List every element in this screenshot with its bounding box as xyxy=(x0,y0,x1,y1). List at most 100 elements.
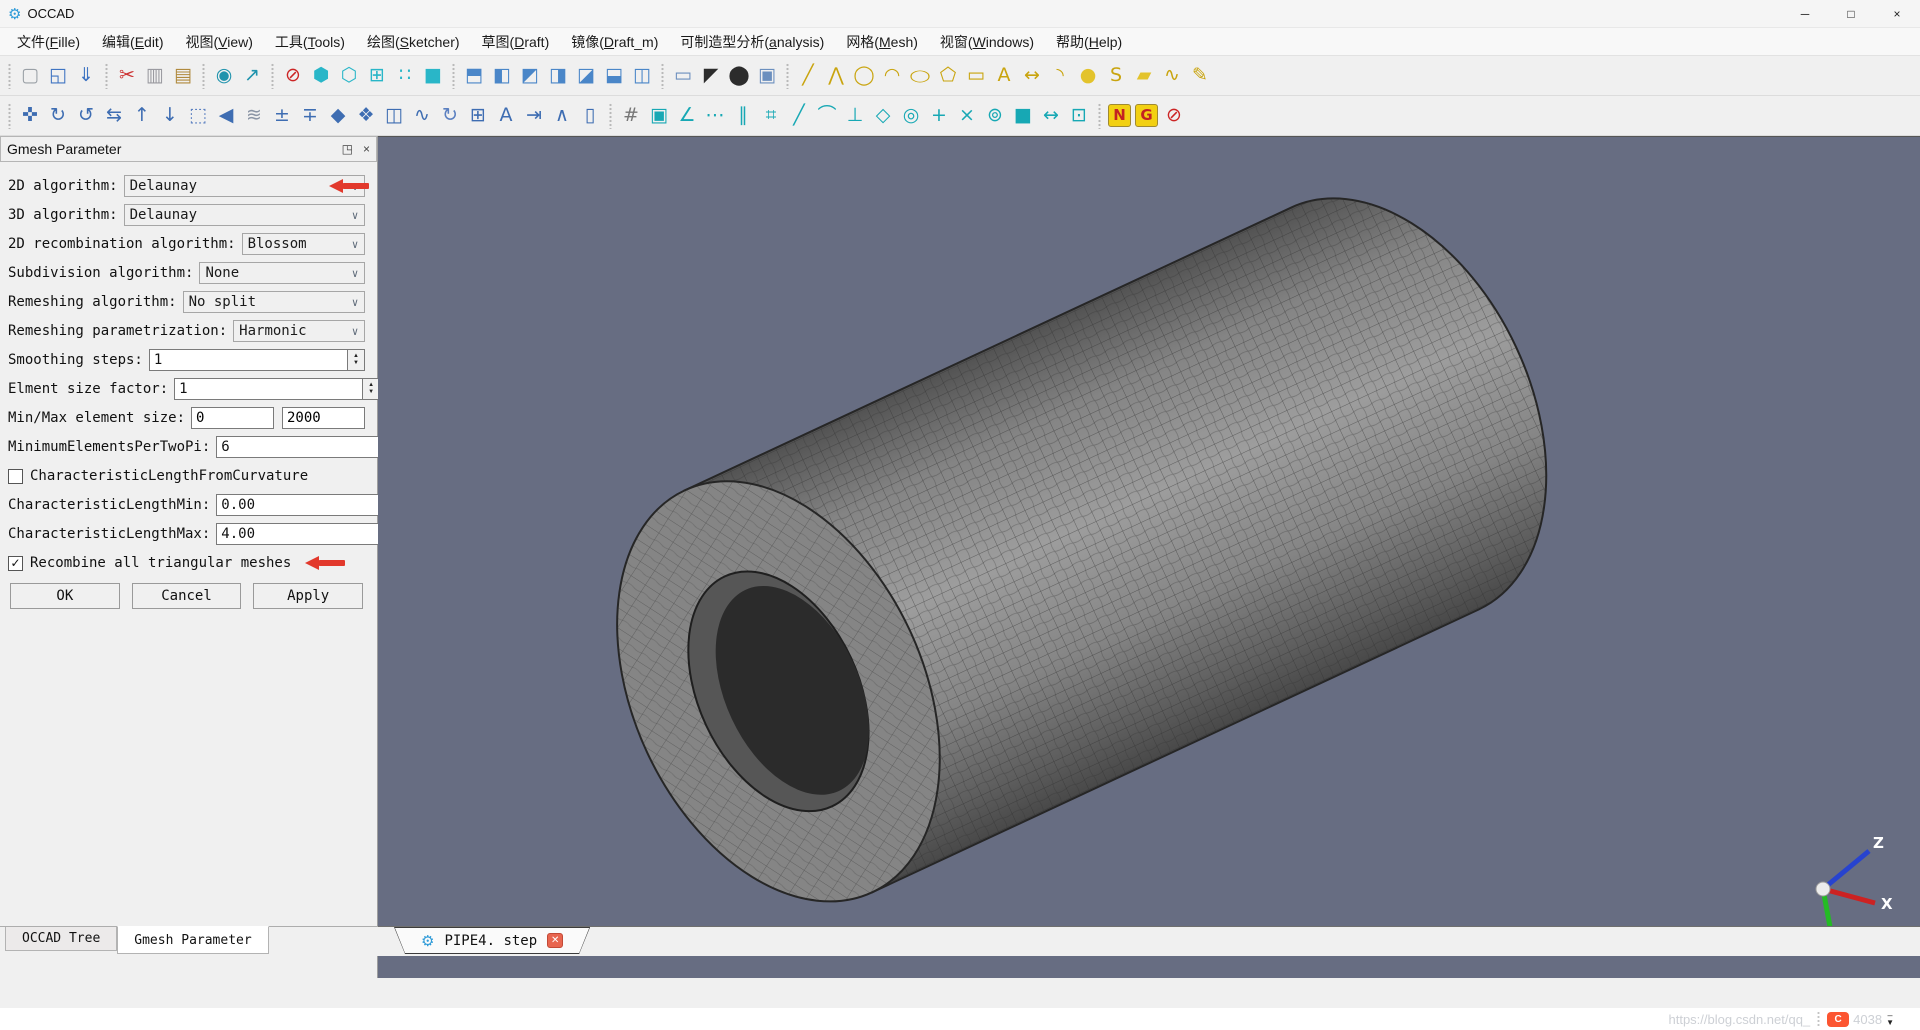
perpendicular-constraint-icon[interactable]: ⊥ xyxy=(841,102,869,130)
region-element-icon[interactable]: ⊡ xyxy=(1065,102,1093,130)
sketch-polygon-icon[interactable]: ⬠ xyxy=(934,62,962,90)
display-solid-icon[interactable]: ■ xyxy=(419,62,447,90)
create-grid-icon[interactable]: # xyxy=(617,102,645,130)
display-off-icon[interactable]: ⊘ xyxy=(279,62,307,90)
more-options-icon[interactable]: ⋯ xyxy=(701,102,729,130)
spinner-buttons[interactable] xyxy=(348,349,365,371)
3d-viewport[interactable]: Z X Y xyxy=(378,136,1920,978)
add-constraint-icon[interactable]: + xyxy=(925,102,953,130)
cancel-mesh-icon[interactable]: ⊘ xyxy=(1160,102,1188,130)
concentric-constraint-icon[interactable]: ◎ xyxy=(897,102,925,130)
characteristic-length-max-value[interactable] xyxy=(216,523,406,545)
ok-button[interactable]: OK xyxy=(10,583,120,609)
rotate-view-icon[interactable]: ↻ xyxy=(44,102,72,130)
max-element-size-input[interactable] xyxy=(282,407,365,429)
appearance-palette-icon[interactable]: ⬤ xyxy=(725,62,753,90)
element-size-factor-value[interactable] xyxy=(174,378,364,400)
sketch-face-icon[interactable]: ▰ xyxy=(1130,62,1158,90)
sketch-dimension-icon[interactable]: ↔ xyxy=(1018,62,1046,90)
2d-recombination-select[interactable]: Blossom xyxy=(241,233,365,255)
remeshing-parametrization-select[interactable]: Harmonic xyxy=(233,320,365,342)
tangent-constraint-icon[interactable]: ⌒ xyxy=(813,102,841,130)
menu-item-3[interactable]: 视图(View) xyxy=(174,32,263,52)
copy-icon[interactable]: ▥ xyxy=(141,62,169,90)
open-file-icon[interactable]: ◱ xyxy=(44,62,72,90)
menu-item-8[interactable]: 可制造型分析(analysis) xyxy=(669,32,835,52)
close-tab-icon[interactable]: ✕ xyxy=(547,933,563,948)
menu-item-1[interactable]: 文件(Fille) xyxy=(6,32,91,52)
sketch-fillet-icon[interactable]: ◝ xyxy=(1046,62,1074,90)
symmetric-constraint-icon[interactable]: ◇ xyxy=(869,102,897,130)
view-left-icon[interactable]: ◫ xyxy=(628,62,656,90)
annotation-scale-icon[interactable]: A xyxy=(492,102,520,130)
box-element-icon[interactable]: ■ xyxy=(1009,102,1037,130)
grid-columns-icon[interactable]: ◫ xyxy=(380,102,408,130)
sketch-edit-icon[interactable]: ✎ xyxy=(1186,62,1214,90)
cancel-button[interactable]: Cancel xyxy=(131,583,242,609)
menu-item-7[interactable]: 镜像(Draft_m) xyxy=(560,32,669,52)
menu-item-10[interactable]: 视窗(Windows) xyxy=(929,32,1045,52)
sketch-ellipse-icon[interactable]: ◯ xyxy=(906,67,934,84)
mirror-plane-icon[interactable]: ▯ xyxy=(576,102,604,130)
sketch-bspline-icon[interactable]: ∿ xyxy=(1158,62,1186,90)
block-constraint-icon[interactable]: ⊚ xyxy=(981,102,1009,130)
display-hidden-line-icon[interactable]: ⊞ xyxy=(363,62,391,90)
view-bottom-icon[interactable]: ⬓ xyxy=(600,62,628,90)
display-shaded-icon[interactable]: ⬢ xyxy=(307,62,335,90)
datum-plane-icon[interactable]: ⊞ xyxy=(464,102,492,130)
document-tab[interactable]: ⚙ PIPE4. step ✕ xyxy=(394,927,590,954)
tab-gmesh-parameter[interactable]: Gmesh Parameter xyxy=(117,926,269,954)
sketch-rectangle-icon[interactable]: ▭ xyxy=(962,62,990,90)
menu-item-4[interactable]: 工具(Tools) xyxy=(264,32,356,52)
curve-plot-icon[interactable]: ∿ xyxy=(408,102,436,130)
paste-icon[interactable]: ▤ xyxy=(169,62,197,90)
min-element-size-input[interactable] xyxy=(191,407,274,429)
symmetry-grid-icon[interactable]: ⌗ xyxy=(757,102,785,130)
cut-icon[interactable]: ✂ xyxy=(113,62,141,90)
maximize-button[interactable]: □ xyxy=(1828,0,1874,27)
netgen-mesh-icon[interactable]: N xyxy=(1108,104,1131,127)
close-button[interactable]: × xyxy=(1874,0,1920,27)
sketch-line-icon[interactable]: ╱ xyxy=(794,62,822,90)
view-right-icon[interactable]: ◨ xyxy=(544,62,572,90)
curvature-checkbox[interactable] xyxy=(8,468,23,484)
select-cursor-icon[interactable]: ◤ xyxy=(697,62,725,90)
measure-distance-icon[interactable]: ▭ xyxy=(669,62,697,90)
gmsh-mesh-icon[interactable]: G xyxy=(1135,104,1158,127)
sketch-polyline-icon[interactable]: ⋀ xyxy=(822,62,850,90)
view-top-icon[interactable]: ◩ xyxy=(516,62,544,90)
display-points-icon[interactable]: ∷ xyxy=(391,62,419,90)
apply-button[interactable]: Apply xyxy=(253,583,364,609)
pipe-3d-model[interactable] xyxy=(378,137,1920,978)
solid-box-icon[interactable]: ◆ xyxy=(324,102,352,130)
menu-item-5[interactable]: 绘图(Sketcher) xyxy=(356,32,471,52)
send-backward-icon[interactable]: ◀ xyxy=(212,102,240,130)
display-wireframe-icon[interactable]: ⬡ xyxy=(335,62,363,90)
sketch-circle-icon[interactable]: ◯ xyxy=(850,62,878,90)
view-rear-icon[interactable]: ◪ xyxy=(572,62,600,90)
image-capture-icon[interactable]: ▣ xyxy=(753,62,781,90)
move-up-icon[interactable]: ↑ xyxy=(128,102,156,130)
minimum-elements-value[interactable] xyxy=(216,436,406,458)
lock-constraint-icon[interactable]: ▣ xyxy=(645,102,673,130)
rotate-object-icon[interactable]: ↻ xyxy=(436,102,464,130)
sketch-arc-icon[interactable]: ◠ xyxy=(878,62,906,90)
mirror-object-icon[interactable]: ∧ xyxy=(548,102,576,130)
fit-view-icon[interactable]: ◉ xyxy=(210,62,238,90)
3d-algorithm-select[interactable]: Delaunay xyxy=(123,204,365,226)
remeshing-algorithm-select[interactable]: No split xyxy=(182,291,365,313)
view-axonometric-icon[interactable]: ⬒ xyxy=(460,62,488,90)
angle-constraint-icon[interactable]: ∠ xyxy=(673,102,701,130)
menu-item-11[interactable]: 帮助(Help) xyxy=(1045,32,1133,52)
menu-item-6[interactable]: 草图(Draft) xyxy=(471,32,561,52)
remove-node-icon[interactable]: ∓ xyxy=(296,102,324,130)
menu-item-9[interactable]: 网格(Mesh) xyxy=(835,32,929,52)
new-file-icon[interactable]: ▢ xyxy=(16,62,44,90)
tab-occad-tree[interactable]: OCCAD Tree xyxy=(5,927,118,951)
float-panel-icon[interactable]: ◳ xyxy=(342,142,353,156)
sketch-text-icon[interactable]: A xyxy=(990,62,1018,90)
align-horizontal-icon[interactable]: ⇆ xyxy=(100,102,128,130)
rotate-back-icon[interactable]: ↺ xyxy=(72,102,100,130)
characteristic-length-min-value[interactable] xyxy=(216,494,406,516)
close-panel-icon[interactable]: × xyxy=(363,142,370,156)
